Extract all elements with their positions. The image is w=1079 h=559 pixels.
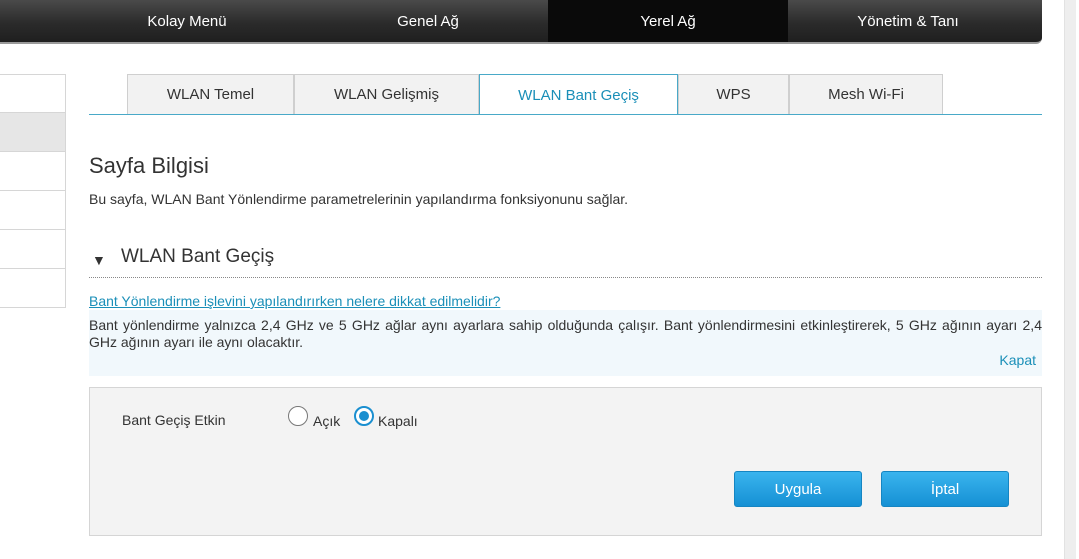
sidebar-item[interactable] — [0, 191, 66, 230]
scrollbar[interactable] — [1064, 0, 1076, 559]
top-navigation: Kolay Menü Genel Ağ Yerel Ağ Yönetim & T… — [0, 0, 1042, 44]
radio-kapali-label[interactable]: Kapalı — [378, 413, 418, 429]
form-panel: Bant Geçiş Etkin Açık Kapalı Uygula İpta… — [89, 387, 1042, 536]
nav-kolay-menu[interactable]: Kolay Menü — [0, 0, 308, 42]
tab-mesh-wifi[interactable]: Mesh Wi-Fi — [789, 74, 943, 114]
tab-wlan-temel[interactable]: WLAN Temel — [127, 74, 294, 114]
apply-button[interactable]: Uygula — [734, 471, 862, 507]
tab-wps[interactable]: WPS — [678, 74, 789, 114]
sidebar-item[interactable] — [0, 74, 66, 113]
cancel-button[interactable]: İptal — [881, 471, 1009, 507]
sidebar-item[interactable] — [0, 230, 66, 269]
help-close-link[interactable]: Kapat — [999, 352, 1036, 368]
radio-acik-label[interactable]: Açık — [313, 413, 340, 429]
sidebar-item[interactable] — [0, 269, 66, 308]
tab-wlan-bant-gecis[interactable]: WLAN Bant Geçiş — [479, 74, 678, 115]
wlan-tabs: WLAN Temel WLAN Gelişmiş WLAN Bant Geçiş… — [127, 74, 943, 115]
nav-yonetim-tani[interactable]: Yönetim & Tanı — [788, 0, 1028, 42]
sidebar-item-selected[interactable] — [0, 113, 66, 152]
page-description: Bu sayfa, WLAN Bant Yönlendirme parametr… — [89, 191, 629, 207]
nav-yerel-ag[interactable]: Yerel Ağ — [548, 0, 788, 42]
sidebar-item[interactable] — [0, 152, 66, 191]
sidebar-menu — [0, 74, 66, 308]
radio-kapali[interactable] — [354, 406, 374, 426]
tab-wlan-gelismis[interactable]: WLAN Gelişmiş — [294, 74, 479, 114]
section-header[interactable]: ▼ WLAN Bant Geçiş — [89, 244, 1042, 278]
tab-underline — [89, 114, 1042, 115]
section-title: WLAN Bant Geçiş — [121, 246, 275, 267]
help-text: Bant yönlendirme yalnızca 2,4 GHz ve 5 G… — [89, 317, 1042, 350]
nav-genel-ag[interactable]: Genel Ağ — [308, 0, 548, 42]
help-link[interactable]: Bant Yönlendirme işlevini yapılandırırke… — [89, 293, 500, 309]
band-steering-label: Bant Geçiş Etkin — [122, 412, 226, 428]
collapse-triangle-icon[interactable]: ▼ — [92, 252, 106, 268]
page-title: Sayfa Bilgisi — [89, 153, 209, 178]
radio-acik[interactable] — [288, 406, 308, 426]
help-box: Bant yönlendirme yalnızca 2,4 GHz ve 5 G… — [89, 310, 1042, 376]
